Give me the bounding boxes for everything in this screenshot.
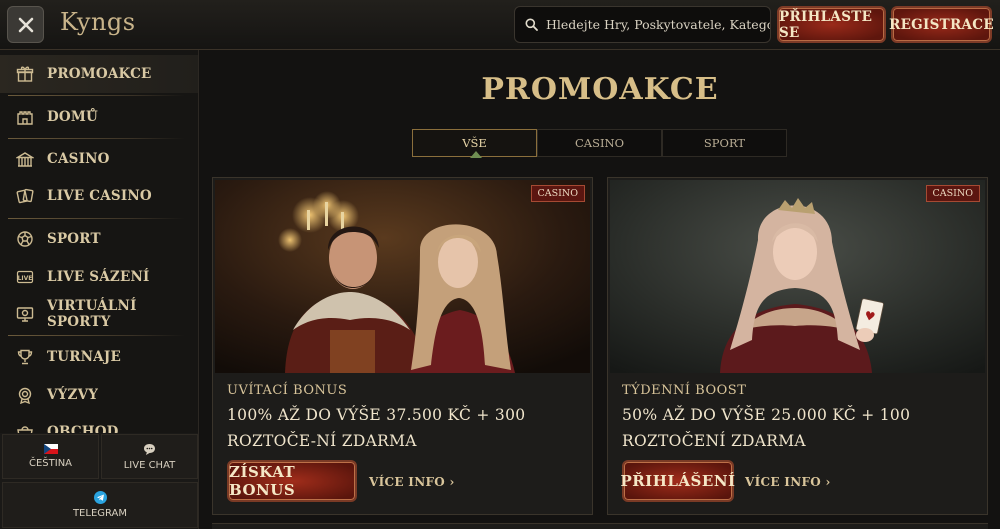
sidebar-item-label: DOMŮ [47,109,98,125]
divider [8,335,185,336]
sidebar-item-label: CASINO [47,151,110,167]
chevron-right-icon: › [825,475,831,489]
more-info-label: VÍCE INFO [369,475,446,489]
telegram-icon [93,491,107,504]
soccer-ball-icon [15,229,35,249]
czech-flag-icon [43,444,58,454]
promo-title: 100% AŽ DO VÝŠE 37.500 KČ + 300 ROZTOČE-… [227,406,526,450]
more-info-label: VÍCE INFO [745,475,822,489]
promo-subtitle: TÝDENNÍ BOOST [622,383,747,398]
claim-bonus-button[interactable]: ZÍSKAT BONUS [227,460,357,502]
sidebar-item-live-sazeni[interactable]: LIVE LIVE SÁZENÍ [0,258,198,296]
telegram-button[interactable]: TELEGRAM [2,482,198,528]
divider [8,138,185,139]
sidebar-item-label: TURNAJE [47,349,121,365]
chevron-right-icon: › [449,475,455,489]
divider [8,95,185,96]
promo-card-welcome: CASINO UVÍTACÍ BONUS 100% AŽ DO VÝŠE 37.… [212,177,593,515]
promo-subtitle: UVÍTACÍ BONUS [227,383,348,398]
sidebar-item-promoakce[interactable]: PROMOAKCE [0,55,198,93]
top-header: Kyngs PŘIHLASTE SE REGISTRACE [0,0,1000,50]
sidebar-item-virtualni-sporty[interactable]: VIRTUÁLNÍ SPORTY [0,295,198,333]
trophy-icon [15,347,35,367]
sidebar-item-label: LIVE CASINO [47,188,152,204]
main-content: PROMOAKCE VŠE CASINO SPORT CASINO UVÍTAC… [200,50,1000,529]
divider [8,218,185,219]
sidebar-item-label: VIRTUÁLNÍ SPORTY [47,298,137,330]
gift-icon [15,64,35,84]
more-info-link[interactable]: VÍCE INFO › [745,475,831,489]
sidebar-item-sport[interactable]: SPORT [0,220,198,258]
tab-vse[interactable]: VŠE [412,129,537,158]
category-badge: CASINO [925,185,980,202]
close-icon [18,17,33,32]
sidebar-item-label: SPORT [47,231,101,247]
tab-sport[interactable]: SPORT [662,129,787,157]
more-info-link[interactable]: VÍCE INFO › [369,475,455,489]
tab-casino[interactable]: CASINO [537,129,662,157]
virtual-sports-icon [15,304,35,324]
page-title: PROMOAKCE [481,72,719,107]
close-menu-button[interactable] [7,6,44,43]
casino-icon [15,149,35,169]
sidebar-item-vyzvy[interactable]: VÝZVY [0,376,198,414]
promo-title: 50% AŽ DO VÝŠE 25.000 KČ + 100 ROZTOČENÍ… [622,406,911,450]
language-selector[interactable]: ČEŠTINA [2,434,99,479]
kyngs-logo[interactable]: Kyngs [60,8,136,36]
svg-text:LIVE: LIVE [18,275,33,282]
challenge-icon [15,385,35,405]
search-box[interactable] [514,6,771,43]
telegram-label: TELEGRAM [72,508,128,519]
register-button[interactable]: REGISTRACE [889,6,994,43]
chat-bubble-icon [144,443,155,455]
login-button[interactable]: PŘIHLASTE SE [777,6,886,43]
next-row-edge [212,523,988,529]
category-badge: CASINO [530,185,585,202]
sidebar-footer: ČEŠTINA LIVE CHAT TELEGRAM [0,433,198,529]
sidebar-item-live-casino[interactable]: LIVE CASINO [0,177,198,215]
promo-image-queen-card: ♥ CASINO [610,180,985,373]
promo-image-king-queen: CASINO [215,180,590,373]
live-chat-label: LIVE CHAT [123,459,176,471]
promo-tabs: VŠE CASINO SPORT [412,129,787,158]
sidebar: PROMOAKCE DOMŮ CASINO LIVE CASINO SPORT … [0,50,199,529]
live-chat-button[interactable]: LIVE CHAT [101,434,198,479]
live-icon: LIVE [15,267,35,287]
sidebar-item-turnaje[interactable]: TURNAJE [0,338,198,376]
castle-icon [15,107,35,127]
sidebar-item-label: LIVE SÁZENÍ [47,269,150,285]
login-promo-button[interactable]: PŘIHLÁŠENÍ [620,460,735,502]
sidebar-item-label: PROMOAKCE [47,66,152,82]
sidebar-item-domu[interactable]: DOMŮ [0,98,198,136]
sidebar-item-label: VÝZVY [47,387,99,403]
sidebar-item-casino[interactable]: CASINO [0,140,198,178]
search-input[interactable] [546,17,770,32]
search-icon [525,18,538,31]
language-label: ČEŠTINA [28,458,73,469]
promo-card-weekly-boost: ♥ CASINO TÝDENNÍ BOOST 50% AŽ DO VÝŠE 25… [607,177,988,515]
cards-icon [15,186,35,206]
